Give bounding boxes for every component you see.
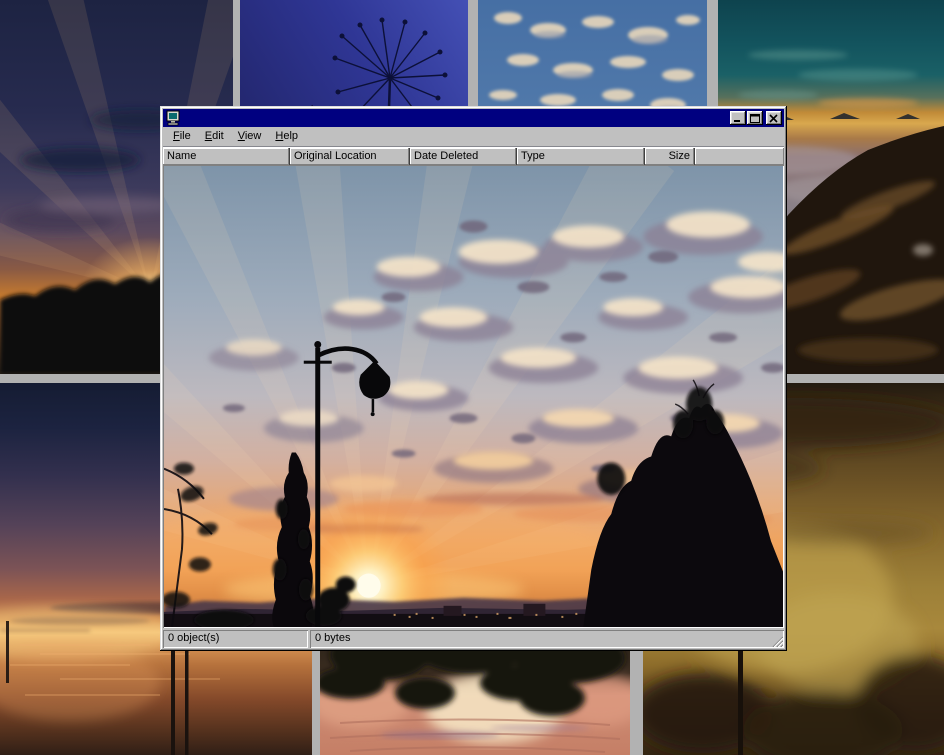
close-icon [769, 114, 779, 123]
menu-bar: File Edit View Help [163, 128, 784, 147]
column-header-row: Name Original Location Date Deleted Type… [163, 148, 784, 165]
minimize-button[interactable] [730, 111, 746, 125]
column-header-size[interactable]: Size [645, 148, 695, 165]
maximize-icon [750, 114, 760, 123]
status-byte-count: 0 bytes [310, 630, 784, 648]
menu-file[interactable]: File [166, 128, 198, 146]
sunset-streetlamp-photo [164, 166, 783, 627]
menu-view[interactable]: View [231, 128, 269, 146]
computer-icon [165, 110, 181, 126]
desktop: { "colors": { "titlebar": "#000080", "wi… [0, 0, 944, 755]
file-list-area[interactable] [163, 165, 784, 628]
title-bar[interactable] [163, 109, 784, 127]
status-object-count: 0 object(s) [163, 630, 308, 648]
menu-help[interactable]: Help [268, 128, 305, 146]
window-system-icon[interactable] [165, 110, 181, 126]
column-header-type[interactable]: Type [517, 148, 645, 165]
column-header-original-location[interactable]: Original Location [290, 148, 410, 165]
column-header-blank [695, 148, 784, 165]
minimize-icon [733, 114, 743, 123]
column-header-date-deleted[interactable]: Date Deleted [410, 148, 517, 165]
column-header-name[interactable]: Name [163, 148, 290, 165]
menu-edit[interactable]: Edit [198, 128, 231, 146]
recycle-bin-window: File Edit View Help Name Original Locati… [160, 106, 787, 651]
status-bar: 0 object(s) 0 bytes [163, 630, 784, 648]
maximize-button[interactable] [747, 111, 763, 125]
close-button[interactable] [766, 111, 782, 125]
resize-grip[interactable] [770, 634, 783, 647]
